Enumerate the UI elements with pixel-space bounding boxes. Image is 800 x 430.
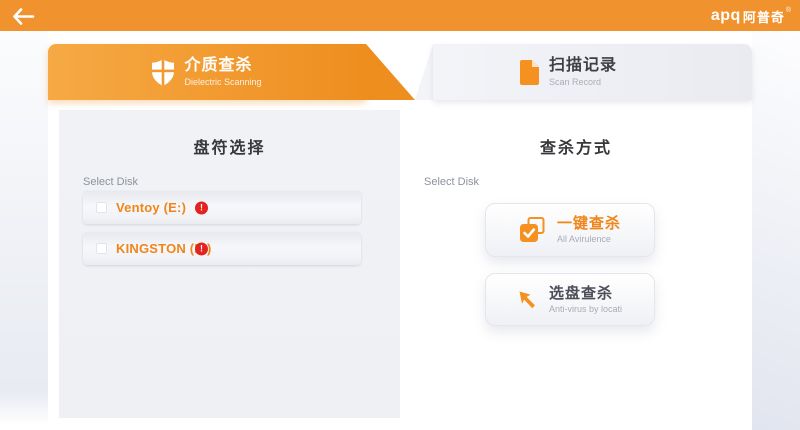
one-key-scan-button[interactable]: 一键查杀 All Avirulence xyxy=(485,203,655,257)
tab-scan-record-slant xyxy=(415,44,433,100)
shield-cross-icon xyxy=(152,59,174,86)
brand-logo-chinese: 阿普奇 xyxy=(743,7,785,26)
tab-media-scan-slant xyxy=(366,44,415,100)
right-background-strip xyxy=(752,31,800,430)
disk-section-label: Select Disk xyxy=(83,176,138,188)
disk-row-ventoy[interactable]: Ventoy (E:) ! xyxy=(83,191,361,224)
select-disk-scan-button[interactable]: 选盘查杀 Anti-virus by locati xyxy=(485,273,655,326)
disk-name: Ventoy (E:) xyxy=(116,200,186,215)
brand-logo-latin: apq xyxy=(711,7,741,25)
document-icon xyxy=(520,60,539,85)
disk-row-kingston[interactable]: KINGSTON (F:) ! xyxy=(83,232,361,265)
one-key-scan-title: 一键查杀 xyxy=(557,215,621,232)
one-key-scan-subtitle: All Avirulence xyxy=(557,234,621,244)
method-section-title: 查杀方式 xyxy=(400,110,752,158)
method-section-label: Select Disk xyxy=(424,176,479,188)
arrow-left-icon xyxy=(12,8,36,25)
tab-media-scan-subtitle: Dielectric Scanning xyxy=(184,77,261,87)
disk-checkbox[interactable] xyxy=(96,243,107,254)
select-disk-scan-title: 选盘查杀 xyxy=(549,285,622,302)
select-disk-scan-subtitle: Anti-virus by locati xyxy=(549,304,622,314)
app-window: apq 阿普奇 ® 介质查杀 Di xyxy=(0,0,800,430)
registered-mark: ® xyxy=(786,7,791,14)
left-background-strip xyxy=(0,31,48,423)
tab-media-scan[interactable]: 介质查杀 Dielectric Scanning xyxy=(48,44,366,100)
scan-method-section: 查杀方式 Select Disk 一键查杀 All Avirulence xyxy=(400,110,752,418)
brand-logo: apq 阿普奇 ® xyxy=(711,4,791,28)
disk-panel-title: 盘符选择 xyxy=(59,110,400,158)
arrow-up-left-icon xyxy=(518,290,538,310)
tab-scan-record-title: 扫描记录 xyxy=(549,57,617,75)
tab-scan-record-subtitle: Scan Record xyxy=(549,77,617,87)
disk-selection-panel: 盘符选择 Select Disk Ventoy (E:) ! KINGSTON … xyxy=(59,110,400,418)
back-button[interactable] xyxy=(12,7,38,25)
top-bar: apq 阿普奇 ® xyxy=(0,0,800,31)
disk-checkbox[interactable] xyxy=(96,202,107,213)
warning-exclamation-icon: ! xyxy=(195,201,208,214)
warning-exclamation-icon: ! xyxy=(195,242,208,255)
tab-media-scan-title: 介质查杀 xyxy=(184,57,261,75)
tab-scan-record[interactable]: 扫描记录 Scan Record xyxy=(433,44,752,100)
check-all-icon xyxy=(519,217,546,243)
